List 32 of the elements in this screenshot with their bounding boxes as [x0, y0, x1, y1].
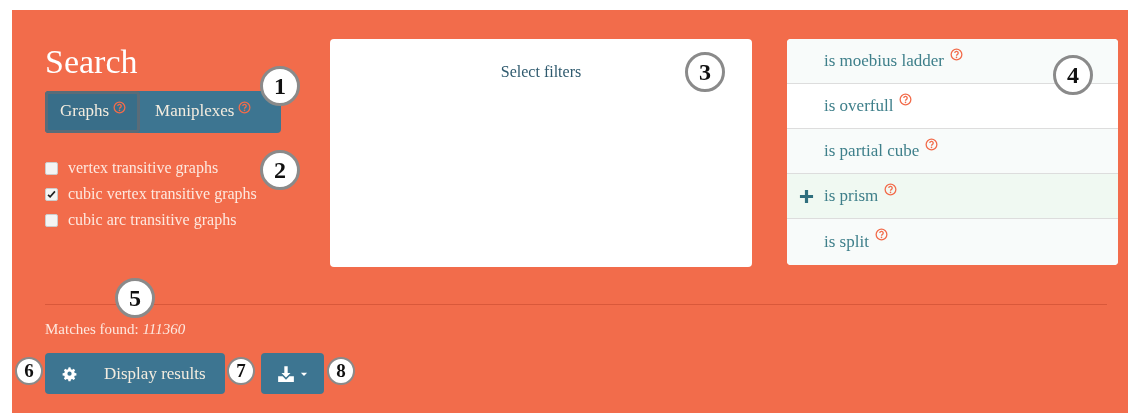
help-icon: [884, 183, 898, 196]
callout-number: 7: [227, 357, 255, 385]
help-icon: [899, 93, 913, 106]
filter-option[interactable]: is prism: [787, 174, 1118, 219]
search-heading: Search: [45, 43, 138, 81]
filter-placeholder: Select filters: [500, 62, 582, 82]
callout-number: 1: [260, 66, 300, 106]
tab[interactable]: Graphs: [45, 91, 141, 133]
callout-number: 6: [15, 357, 43, 385]
help-icon: [925, 138, 939, 151]
download-icon: [276, 364, 295, 383]
callout-number: 2: [260, 150, 300, 190]
checkbox[interactable]: [45, 161, 58, 175]
download-button[interactable]: [261, 353, 324, 394]
checkbox[interactable]: [45, 213, 58, 227]
help-icon: [238, 101, 252, 114]
settings-icon: [61, 365, 78, 382]
checkmark-icon: [46, 188, 57, 200]
help-icon: [113, 101, 127, 114]
callout-number: 5: [115, 278, 155, 318]
filter-option[interactable]: is partial cube: [787, 129, 1118, 174]
plus-icon: [798, 188, 814, 204]
checkbox-label: vertex transitive graphs: [68, 158, 219, 178]
filter-option[interactable]: is split: [787, 219, 1118, 265]
checkbox-label: cubic vertex transitive graphs: [68, 184, 257, 204]
help-icon: [949, 48, 963, 61]
checkbox-label: cubic arc transitive graphs: [68, 210, 237, 230]
help-icon: [874, 228, 888, 241]
callout-number: 8: [327, 357, 355, 385]
matches-count: Matches found: 111360: [45, 320, 186, 339]
display-results-button[interactable]: Display results: [45, 353, 225, 394]
checkbox[interactable]: [45, 187, 58, 201]
